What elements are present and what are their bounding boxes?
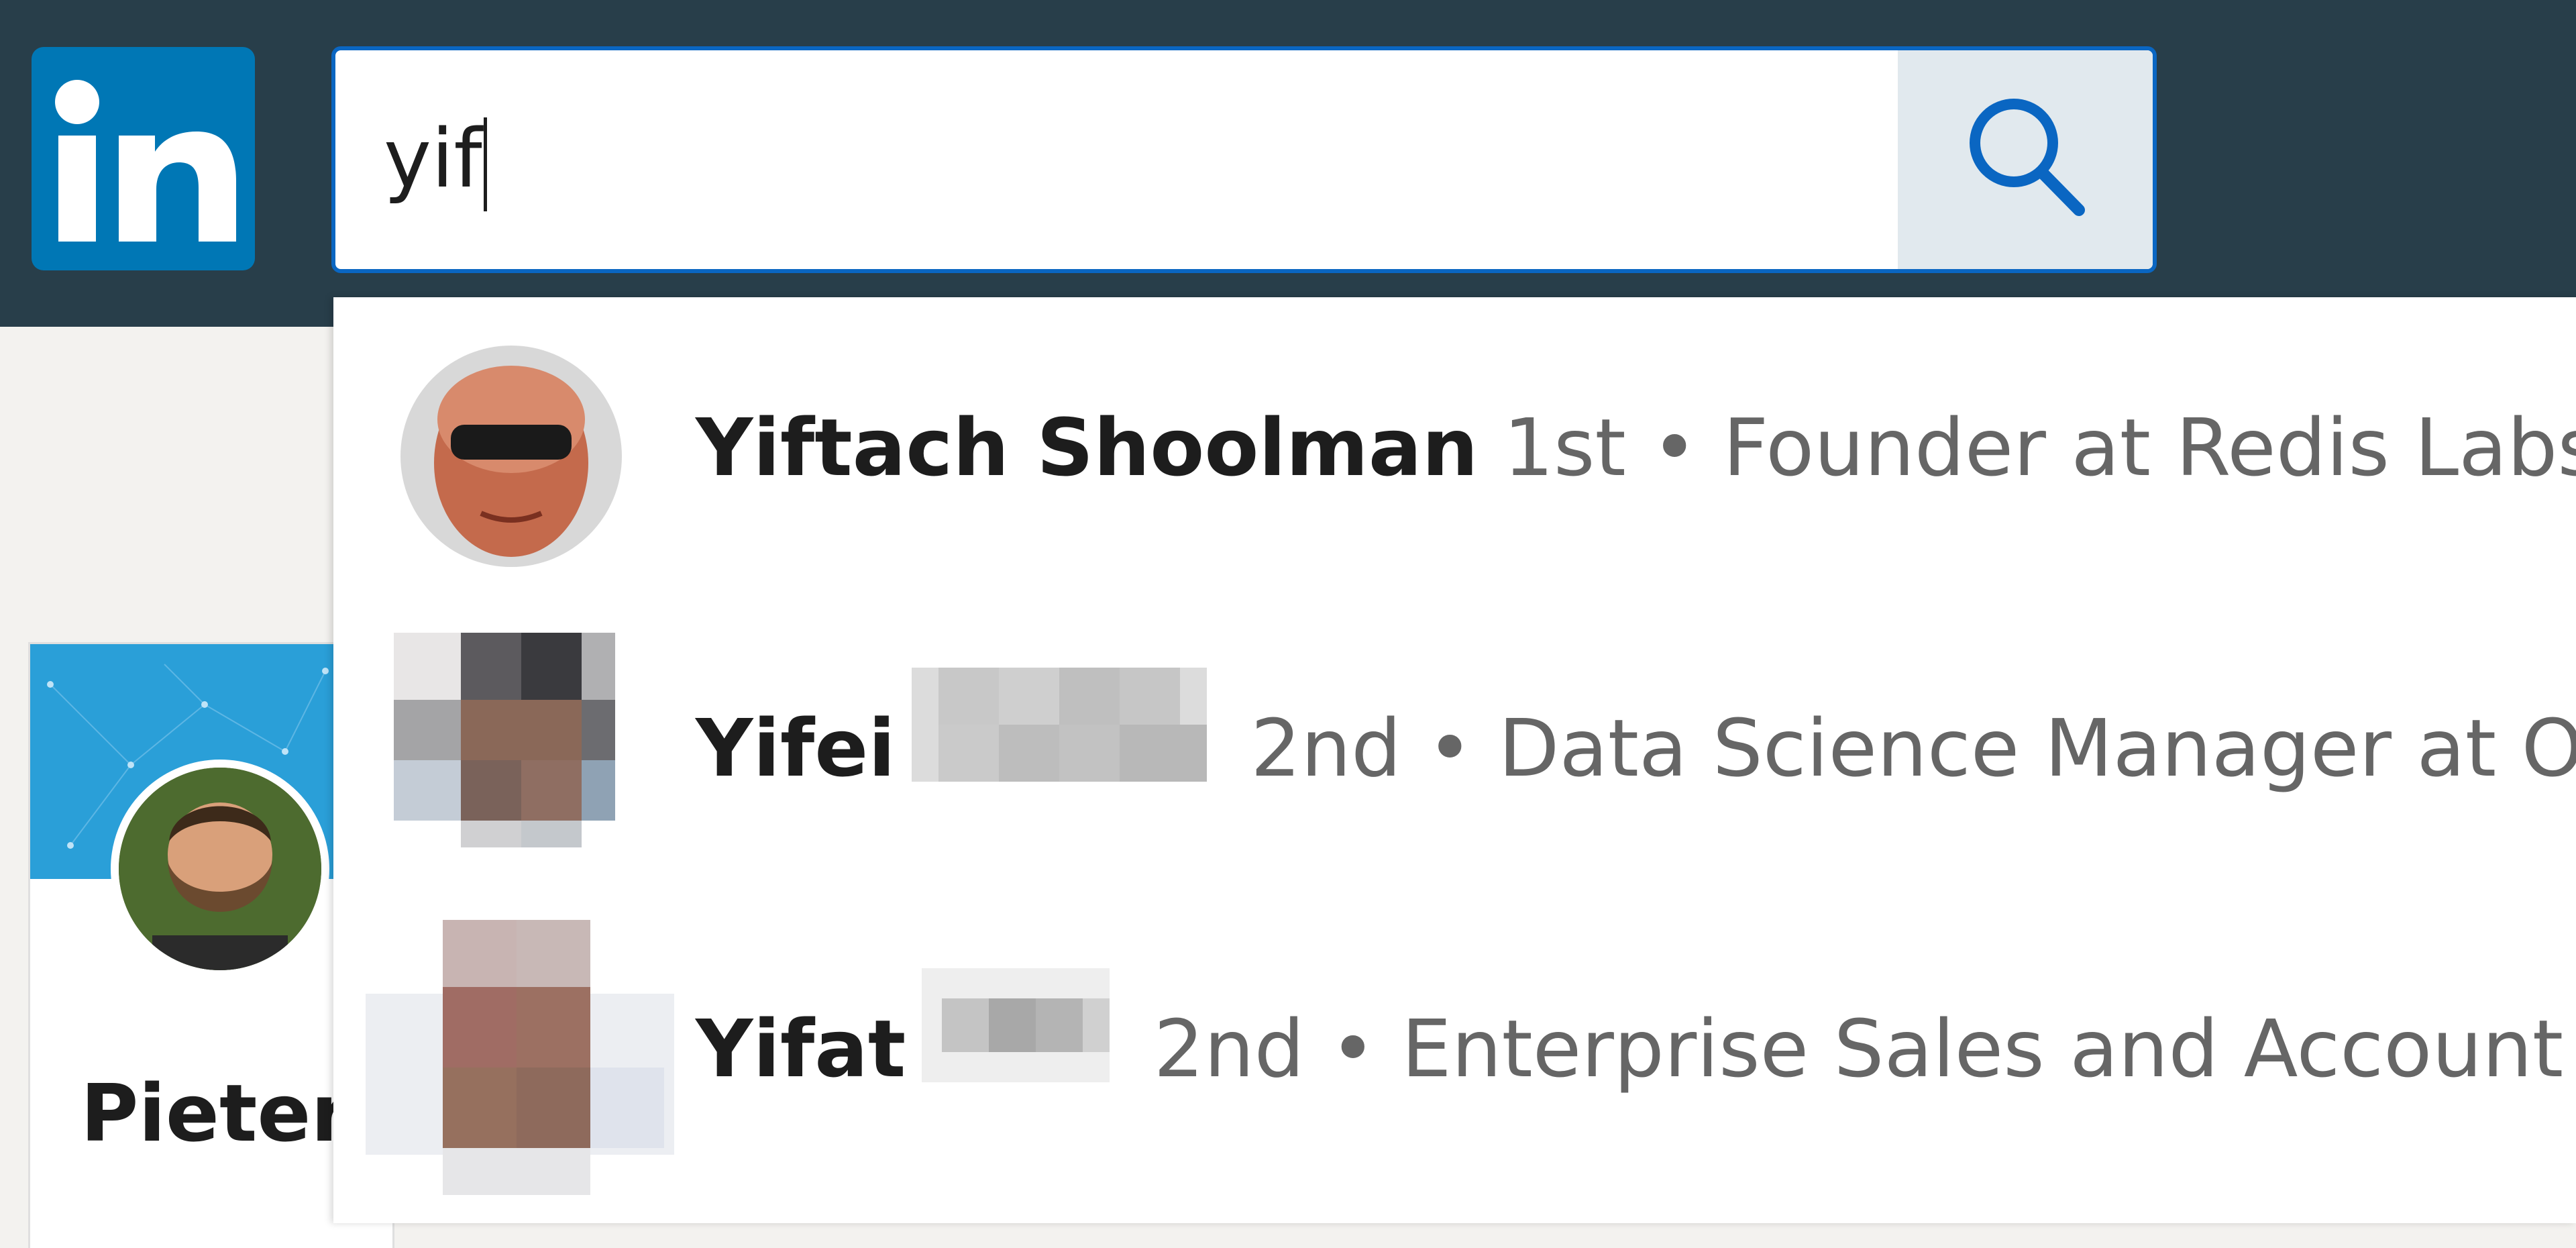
avatar-pixelated bbox=[394, 633, 622, 868]
text-caret bbox=[483, 117, 487, 212]
avatar bbox=[400, 346, 622, 567]
suggestion-name: Yiftach Shoolman bbox=[696, 401, 1479, 494]
search-icon bbox=[1970, 99, 2085, 216]
top-nav-bar: yif bbox=[0, 0, 2576, 327]
redacted-surname bbox=[911, 604, 1207, 904]
suggestion-item[interactable]: Yifei 2nd • Data Science Manager at O bbox=[333, 598, 2576, 898]
profile-name[interactable]: Pieter bbox=[80, 1067, 350, 1159]
redacted-surname bbox=[922, 904, 1110, 1205]
search-button[interactable] bbox=[1898, 50, 2153, 269]
suggestion-detail: 2nd • Enterprise Sales and Account bbox=[1153, 1002, 2564, 1095]
suggestion-item[interactable]: Yiftach Shoolman 1st • Founder at Redis … bbox=[333, 297, 2576, 598]
suggestion-detail: 2nd • Data Science Manager at O bbox=[1250, 702, 2576, 794]
search-input[interactable]: yif bbox=[384, 50, 487, 269]
suggestion-name: Yifei bbox=[696, 702, 896, 794]
suggestion-item[interactable]: Yifat 2nd • Enterprise Sales and Account bbox=[333, 898, 2576, 1199]
search-suggestions-dropdown: Yiftach Shoolman 1st • Founder at Redis … bbox=[333, 297, 2576, 1223]
profile-avatar[interactable] bbox=[111, 760, 329, 978]
search-field[interactable]: yif bbox=[331, 46, 2157, 273]
suggestion-detail: 1st • Founder at Redis Labs bbox=[1503, 401, 2576, 494]
linkedin-logo-icon[interactable] bbox=[32, 47, 255, 270]
avatar-pixelated bbox=[366, 920, 674, 1195]
suggestion-name: Yifat bbox=[696, 1002, 906, 1095]
